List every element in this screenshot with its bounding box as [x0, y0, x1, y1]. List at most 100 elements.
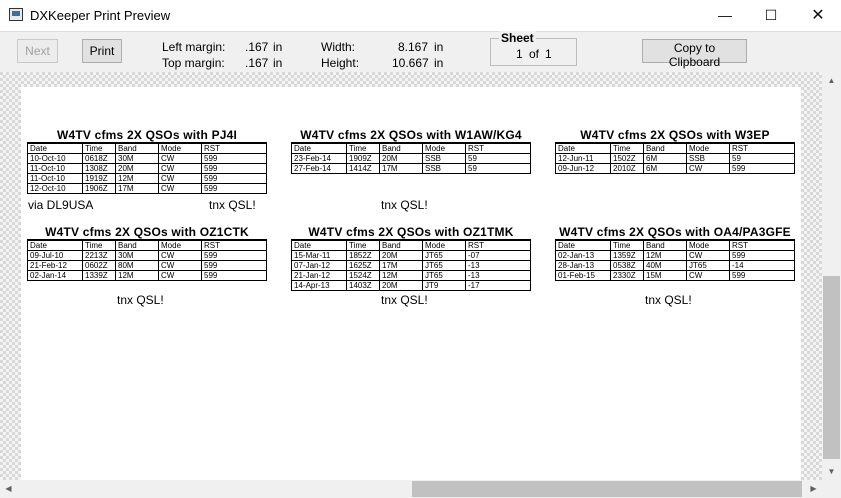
- card-title: W4TV cfms 2X QSOs with OA4/PA3GFE: [559, 225, 791, 239]
- table-row: 15-Mar-11 1852Z 20M JT65 -07: [291, 250, 531, 261]
- qsl-card: W4TV cfms 2X QSOs with OZ1TMK Date Time …: [291, 225, 531, 291]
- scroll-left-icon[interactable]: ◀: [0, 480, 17, 498]
- table-cell: JT65: [422, 260, 466, 271]
- qso-table: Date Time Band Mode RST 12-Jun-11 1502Z 6M…: [555, 142, 795, 174]
- table-cell: 09-Jul-10: [27, 250, 83, 261]
- table-cell: 27-Feb-14: [291, 163, 347, 174]
- window-title: DXKeeper Print Preview: [30, 8, 171, 23]
- table-cell: 2330Z: [610, 270, 644, 281]
- table-cell: -17: [465, 280, 531, 291]
- table-header-row: Date Time Band Mode RST: [291, 142, 531, 154]
- table-row: 11-Oct-10 1308Z 20M CW 599: [27, 163, 267, 174]
- table-cell: 1906Z: [82, 183, 116, 194]
- left-margin-label: Left margin:: [162, 40, 226, 54]
- table-cell: 599: [201, 260, 267, 271]
- title-bar: DXKeeper Print Preview — ☐ ✕: [0, 0, 841, 32]
- table-cell: 09-Jun-12: [555, 163, 611, 174]
- table-cell: 12-Jun-11: [555, 153, 611, 164]
- table-cell: 59: [465, 163, 531, 174]
- table-cell: 11-Oct-10: [27, 173, 83, 184]
- table-cell: 599: [729, 270, 795, 281]
- table-row: 21-Feb-12 0602Z 80M CW 599: [27, 260, 267, 271]
- table-cell: 01-Feb-15: [555, 270, 611, 281]
- header-cell: Mode: [158, 142, 202, 154]
- table-row: 28-Jan-13 0538Z 40M JT65 -14: [555, 260, 795, 271]
- header-cell: Band: [115, 142, 159, 154]
- qsl-card: W4TV cfms 2X QSOs with W1AW/KG4 Date Tim…: [291, 128, 531, 174]
- table-cell: CW: [686, 163, 730, 174]
- table-cell: 30M: [115, 153, 159, 164]
- qso-table: Date Time Band Mode RST 02-Jan-13 1359Z 12…: [555, 239, 795, 281]
- table-cell: 599: [201, 153, 267, 164]
- table-cell: 1919Z: [82, 173, 116, 184]
- table-cell: CW: [158, 270, 202, 281]
- header-cell: RST: [201, 239, 267, 251]
- table-row: 11-Oct-10 1919Z 12M CW 599: [27, 173, 267, 184]
- scroll-up-icon[interactable]: ▲: [822, 72, 841, 89]
- table-cell: JT65: [422, 250, 466, 261]
- header-cell: Band: [643, 239, 687, 251]
- table-cell: 12-Oct-10: [27, 183, 83, 194]
- table-cell: -13: [465, 270, 531, 281]
- table-cell: 12M: [115, 270, 159, 281]
- table-cell: 14-Apr-13: [291, 280, 347, 291]
- top-margin-value: .167: [245, 56, 269, 70]
- table-cell: 599: [201, 183, 267, 194]
- table-cell: SSB: [422, 163, 466, 174]
- card-note-right: tnx QSL!: [645, 293, 692, 307]
- table-cell: 2010Z: [610, 163, 644, 174]
- qso-table: Date Time Band Mode RST 10-Oct-10 0618Z 30…: [27, 142, 267, 194]
- header-cell: Date: [27, 239, 83, 251]
- print-button[interactable]: Print: [82, 39, 122, 63]
- table-row: 07-Jan-12 1625Z 17M JT65 -13: [291, 260, 531, 271]
- minimize-button[interactable]: —: [702, 0, 748, 31]
- next-button[interactable]: Next: [17, 39, 58, 63]
- sheet-current: 1: [516, 47, 523, 61]
- close-button[interactable]: ✕: [795, 0, 841, 31]
- header-cell: Mode: [422, 239, 466, 251]
- card-title: W4TV cfms 2X QSOs with OZ1CTK: [45, 225, 249, 239]
- table-row: 02-Jan-14 1339Z 12M CW 599: [27, 270, 267, 281]
- maximize-button[interactable]: ☐: [748, 0, 794, 31]
- table-row: 12-Jun-11 1502Z 6M SSB 59: [555, 153, 795, 164]
- table-cell: 1339Z: [82, 270, 116, 281]
- table-cell: 59: [729, 153, 795, 164]
- table-cell: 21-Feb-12: [27, 260, 83, 271]
- table-cell: CW: [158, 173, 202, 184]
- table-cell: 6M: [643, 153, 687, 164]
- qsl-card: W4TV cfms 2X QSOs with PJ4I Date Time Ba…: [27, 128, 267, 194]
- sheet-total: 1: [545, 47, 552, 61]
- table-header-row: Date Time Band Mode RST: [555, 239, 795, 251]
- table-cell: 30M: [115, 250, 159, 261]
- header-cell: RST: [465, 142, 531, 154]
- vertical-scroll-thumb[interactable]: [823, 276, 840, 459]
- table-header-row: Date Time Band Mode RST: [27, 239, 267, 251]
- card-note-right: tnx QSL!: [209, 198, 256, 212]
- preview-area: W4TV cfms 2X QSOs with PJ4I Date Time Ba…: [0, 72, 822, 480]
- vertical-scrollbar[interactable]: ▲ ▼: [822, 72, 841, 480]
- table-cell: CW: [158, 250, 202, 261]
- table-cell: 0618Z: [82, 153, 116, 164]
- header-cell: Time: [82, 239, 116, 251]
- scroll-down-icon[interactable]: ▼: [822, 463, 841, 480]
- header-cell: Mode: [158, 239, 202, 251]
- table-cell: JT9: [422, 280, 466, 291]
- table-cell: SSB: [686, 153, 730, 164]
- table-row: 09-Jul-10 2213Z 30M CW 599: [27, 250, 267, 261]
- table-cell: 1403Z: [346, 280, 380, 291]
- print-page: W4TV cfms 2X QSOs with PJ4I Date Time Ba…: [21, 87, 801, 480]
- table-cell: 23-Feb-14: [291, 153, 347, 164]
- table-cell: -07: [465, 250, 531, 261]
- copy-to-clipboard-button[interactable]: Copy to Clipboard: [642, 39, 747, 69]
- scroll-right-icon[interactable]: ▶: [805, 480, 822, 498]
- horizontal-scrollbar[interactable]: ◀ ▶: [0, 480, 822, 498]
- table-cell: 1909Z: [346, 153, 380, 164]
- qso-table: Date Time Band Mode RST 23-Feb-14 1909Z 20…: [291, 142, 531, 174]
- table-cell: CW: [158, 163, 202, 174]
- table-row: 21-Jan-12 1524Z 12M JT65 -13: [291, 270, 531, 281]
- table-row: 02-Jan-13 1359Z 12M CW 599: [555, 250, 795, 261]
- horizontal-scroll-thumb[interactable]: [412, 481, 802, 497]
- qsl-card: W4TV cfms 2X QSOs with W3EP Date Time Ba…: [555, 128, 795, 174]
- header-cell: Mode: [686, 239, 730, 251]
- table-row: 27-Feb-14 1414Z 17M SSB 59: [291, 163, 531, 174]
